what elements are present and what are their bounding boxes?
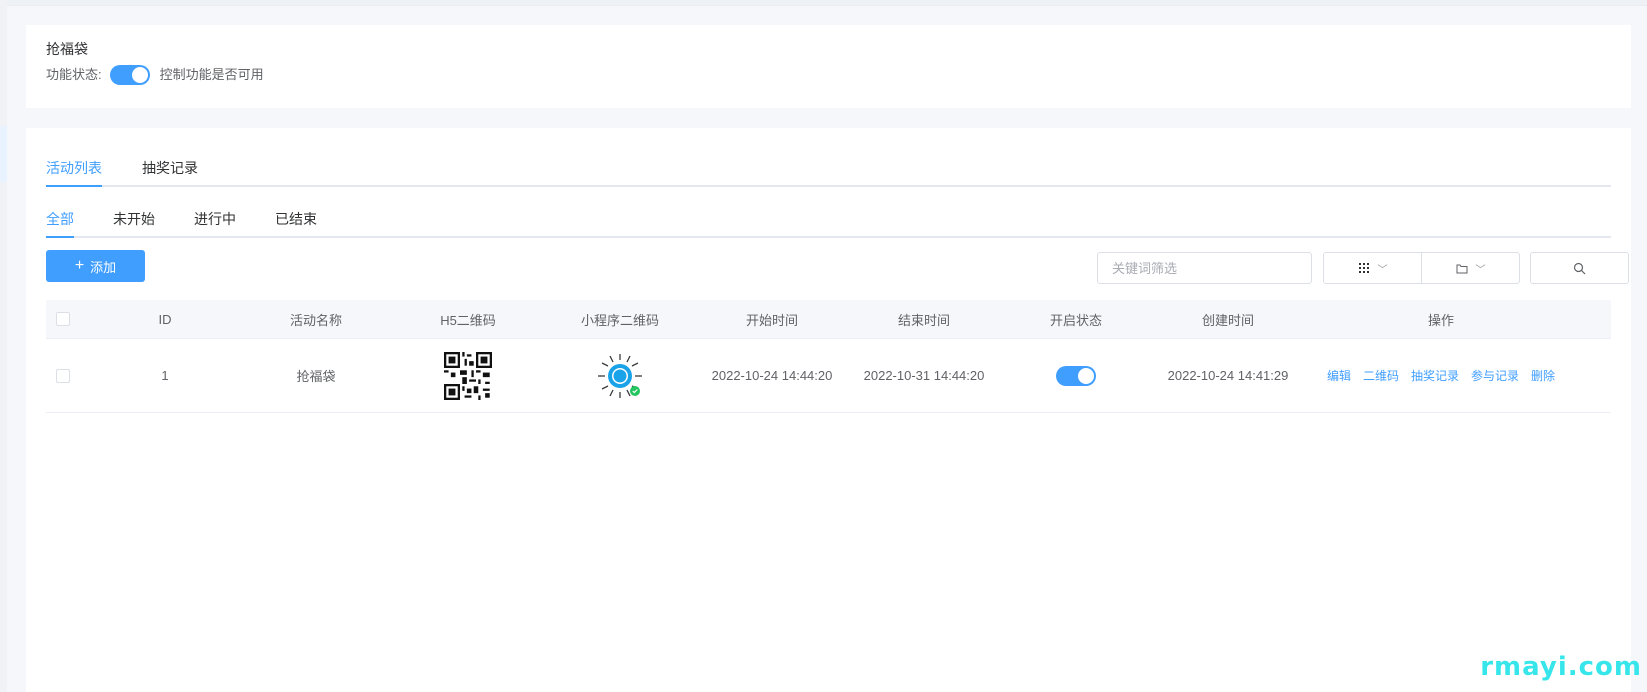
feature-status-label: 功能状态:	[46, 67, 102, 82]
feature-card: 抢福袋 功能状态: 控制功能是否可用	[26, 25, 1631, 108]
chevron-down-icon: ﹀	[1377, 264, 1388, 276]
qr-code-link[interactable]: 二维码	[1363, 367, 1399, 384]
activity-table: ID 活动名称 H5二维码 小程序二维码 开始时间 结束时间 开启状态 创建时间…	[46, 300, 1611, 413]
row-checkbox[interactable]	[56, 368, 70, 383]
table-toolbar: + 添加 ﹀ ﹀	[46, 250, 1629, 300]
folder-icon	[1456, 264, 1467, 273]
row-created-time: 2022-10-24 14:41:29	[1167, 368, 1289, 383]
subtab-ended[interactable]: 已结束	[275, 210, 317, 236]
left-strip-active-item[interactable]	[0, 126, 7, 182]
main-tabs: 活动列表 抽奖记录	[46, 153, 1611, 187]
feature-hint: 控制功能是否可用	[159, 67, 264, 82]
row-end-time: 2022-10-31 14:44:20	[863, 368, 985, 383]
grid-view-button[interactable]: ﹀	[1323, 252, 1422, 284]
status-filter-tabs: 全部 未开始 进行中 已结束	[46, 209, 1611, 238]
edit-link[interactable]: 编辑	[1327, 367, 1351, 384]
search-button[interactable]	[1530, 252, 1629, 284]
toggle-knob	[1078, 367, 1094, 384]
subtab-all[interactable]: 全部	[46, 210, 74, 238]
row-status-cell	[1000, 339, 1152, 412]
row-name: 抢福袋	[296, 369, 336, 384]
draw-records-link[interactable]: 抽奖记录	[1411, 367, 1459, 384]
header-actions: 操作	[1427, 312, 1454, 328]
feature-status-row: 功能状态: 控制功能是否可用	[46, 65, 1611, 85]
left-strip	[0, 0, 7, 692]
header-start-time: 开始时间	[745, 312, 798, 328]
row-actions: 编辑 二维码 抽奖记录 参与记录 删除	[1304, 339, 1578, 412]
participation-records-link[interactable]: 参与记录	[1471, 367, 1519, 384]
header-created-time: 创建时间	[1201, 312, 1254, 328]
header-end-time: 结束时间	[897, 312, 950, 328]
row-enabled-toggle[interactable]	[1056, 365, 1096, 386]
subtab-in-progress[interactable]: 进行中	[194, 210, 236, 236]
h5-qr-cell	[392, 339, 544, 412]
add-button[interactable]: + 添加	[46, 250, 145, 282]
watermark: rmayi.com	[1480, 652, 1642, 682]
tab-draw-records[interactable]: 抽奖记录	[142, 159, 198, 185]
header-h5-qr: H5二维码	[440, 312, 496, 328]
header-name: 活动名称	[289, 312, 342, 328]
row-select-cell	[46, 339, 90, 412]
feature-title: 抢福袋	[46, 41, 88, 57]
header-enabled-status: 开启状态	[1049, 312, 1102, 328]
tab-activity-list[interactable]: 活动列表	[46, 159, 102, 187]
feature-toggle[interactable]	[109, 65, 150, 85]
h5-qr-image[interactable]	[444, 351, 492, 400]
row-id: 1	[161, 368, 169, 383]
row-start-time: 2022-10-24 14:44:20	[711, 368, 833, 383]
keyword-filter-input[interactable]	[1097, 252, 1312, 284]
add-button-label: 添加	[90, 259, 117, 275]
grid-icon	[1358, 263, 1369, 273]
header-id: ID	[158, 311, 172, 327]
subtab-not-started[interactable]: 未开始	[113, 210, 155, 236]
page-topline	[0, 0, 1647, 6]
chevron-down-icon: ﹀	[1475, 264, 1486, 276]
table-header-row: ID 活动名称 H5二维码 小程序二维码 开始时间 结束时间 开启状态 创建时间…	[46, 300, 1611, 339]
header-mini-qr: 小程序二维码	[580, 312, 659, 328]
search-icon	[1573, 262, 1586, 274]
table-row: 1 抢福袋 2022-10-24 14:44:20 2022-10-31 14:…	[46, 339, 1611, 413]
folder-button[interactable]: ﹀	[1421, 252, 1520, 284]
mini-program-code-image[interactable]	[595, 351, 645, 401]
toggle-knob	[131, 67, 148, 83]
activity-card: 活动列表 抽奖记录 全部 未开始 进行中 已结束 + 添加 ﹀	[26, 128, 1631, 692]
mini-qr-cell	[544, 339, 696, 412]
plus-icon: +	[74, 257, 85, 274]
select-all-checkbox[interactable]	[56, 312, 70, 326]
header-select-cell	[46, 300, 90, 338]
delete-link[interactable]: 删除	[1531, 367, 1555, 384]
